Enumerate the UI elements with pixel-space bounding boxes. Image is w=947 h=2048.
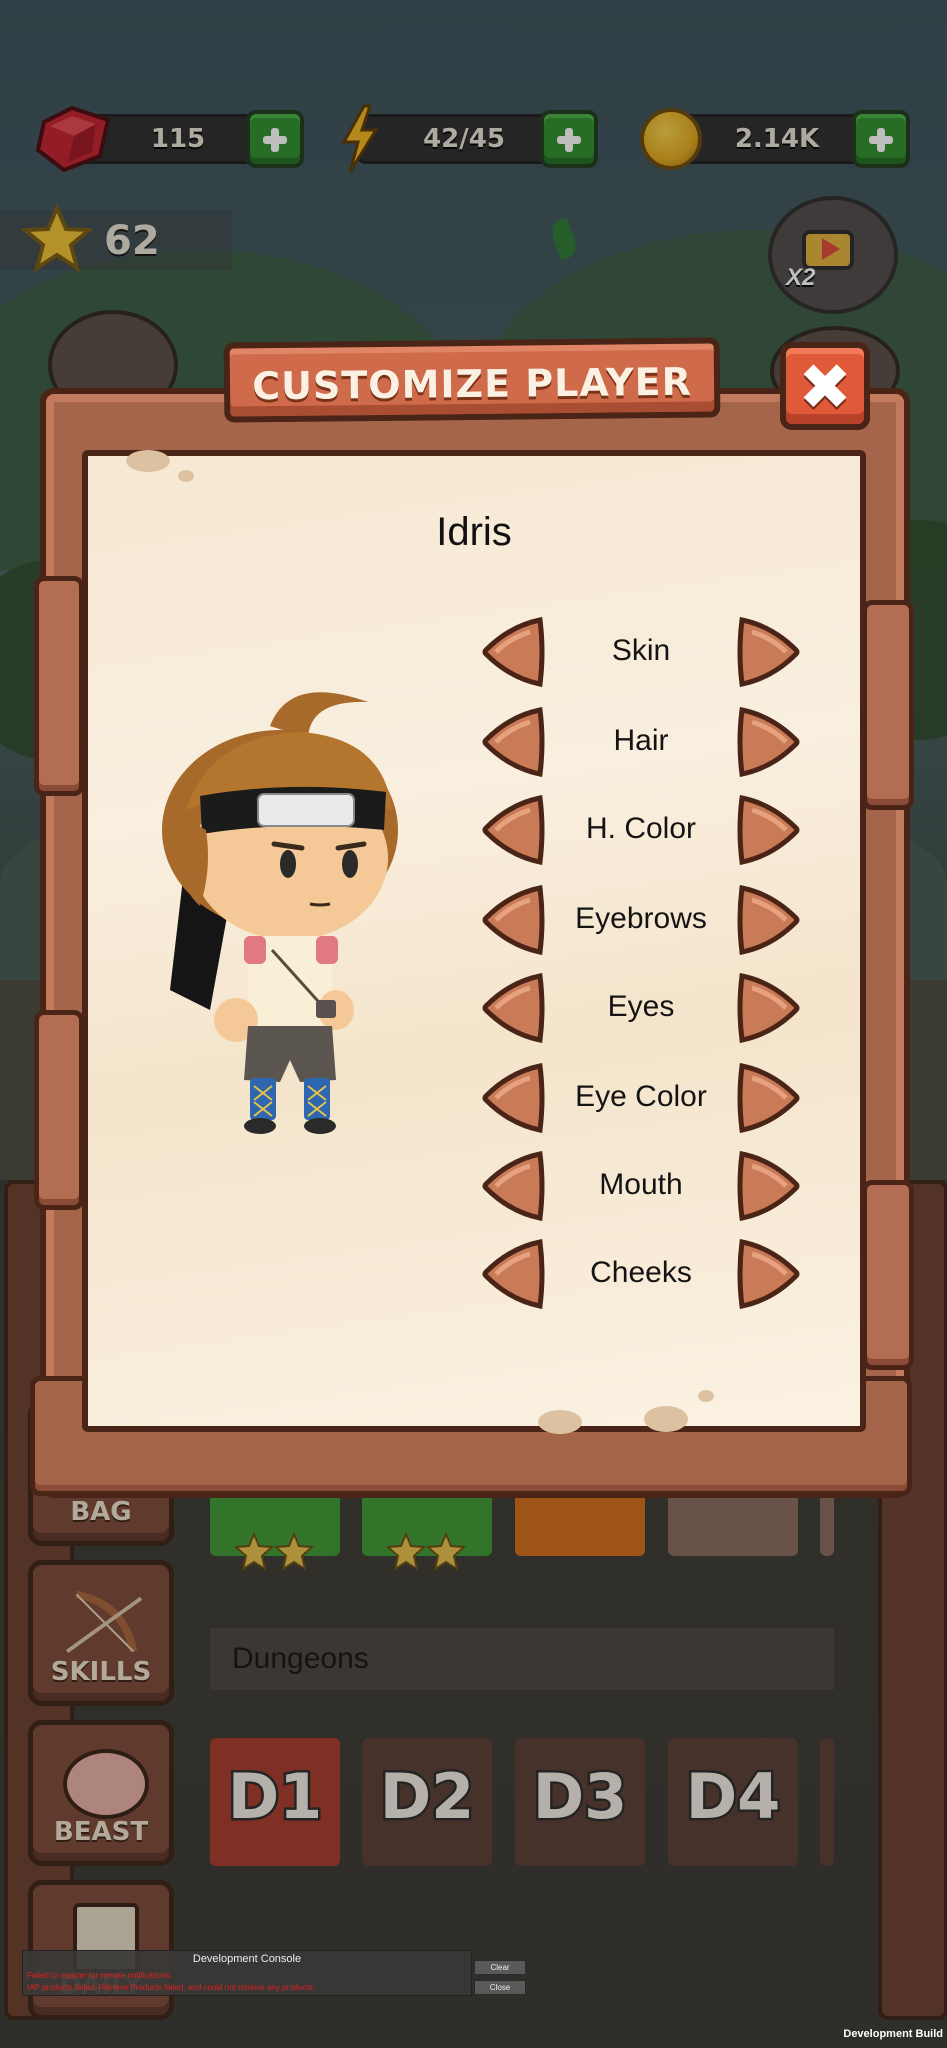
- development-console: Development Console Failed to register f…: [22, 1950, 472, 1996]
- option-row-skin: Skin: [480, 614, 802, 692]
- option-label: Cheeks: [590, 1256, 692, 1289]
- frame-plank: [862, 1180, 914, 1370]
- option-label: Hair: [613, 724, 669, 757]
- paper-stain: [644, 1406, 688, 1432]
- option-label: Mouth: [599, 1168, 683, 1201]
- option-row-mouth: Mouth: [480, 1148, 802, 1226]
- modal-title-banner: CUSTOMIZE PLAYER: [223, 337, 721, 423]
- development-build-label: Development Build: [843, 2028, 943, 2040]
- paper-stain: [698, 1390, 714, 1402]
- frame-plank: [34, 1010, 84, 1210]
- console-clear-button[interactable]: Clear: [474, 1960, 526, 1975]
- previous-eye-color-button[interactable]: [480, 1060, 546, 1136]
- previous-eyes-button[interactable]: [480, 970, 546, 1046]
- console-close-button[interactable]: Close: [474, 1980, 526, 1995]
- previous-mouth-button[interactable]: [480, 1148, 546, 1224]
- close-icon: ✖: [798, 351, 852, 425]
- next-hair-color-button[interactable]: [736, 792, 802, 868]
- option-label: Eyes: [607, 990, 675, 1023]
- option-row-cheeks: Cheeks: [480, 1236, 802, 1314]
- next-skin-button[interactable]: [736, 614, 802, 690]
- console-line: IAP products failed. Retrieve Products f…: [27, 1983, 316, 1992]
- modal-title: CUSTOMIZE PLAYER: [252, 359, 693, 409]
- previous-cheeks-button[interactable]: [480, 1236, 546, 1312]
- option-row-eyes: Eyes: [480, 970, 802, 1048]
- previous-eyebrows-button[interactable]: [480, 882, 546, 958]
- next-eyes-button[interactable]: [736, 970, 802, 1046]
- frame-plank: [862, 600, 914, 810]
- previous-hair-color-button[interactable]: [480, 792, 546, 868]
- option-label: Skin: [611, 634, 671, 667]
- next-eyebrows-button[interactable]: [736, 882, 802, 958]
- option-label: Eyebrows: [575, 902, 707, 935]
- option-row-eyebrows: Eyebrows: [480, 882, 802, 960]
- close-button[interactable]: ✖: [780, 342, 870, 430]
- console-line: Failed to register for remote notificati…: [27, 1971, 172, 1980]
- paper-stain: [178, 470, 194, 482]
- previous-hair-button[interactable]: [480, 704, 546, 780]
- console-title: Development Console: [192, 1953, 302, 1965]
- next-mouth-button[interactable]: [736, 1148, 802, 1224]
- next-eye-color-button[interactable]: [736, 1060, 802, 1136]
- paper-stain: [126, 450, 170, 472]
- paper-stain: [538, 1410, 582, 1434]
- player-name: Idris: [436, 510, 512, 554]
- option-row-hair: Hair: [480, 704, 802, 782]
- player-avatar: [162, 692, 398, 1134]
- frame-plank: [34, 576, 84, 796]
- option-row-hair-color: H. Color: [480, 792, 802, 870]
- option-label: H. Color: [585, 812, 697, 845]
- next-cheeks-button[interactable]: [736, 1236, 802, 1312]
- previous-skin-button[interactable]: [480, 614, 546, 690]
- option-row-eye-color: Eye Color: [480, 1060, 802, 1138]
- option-label: Eye Color: [575, 1080, 707, 1113]
- next-hair-button[interactable]: [736, 704, 802, 780]
